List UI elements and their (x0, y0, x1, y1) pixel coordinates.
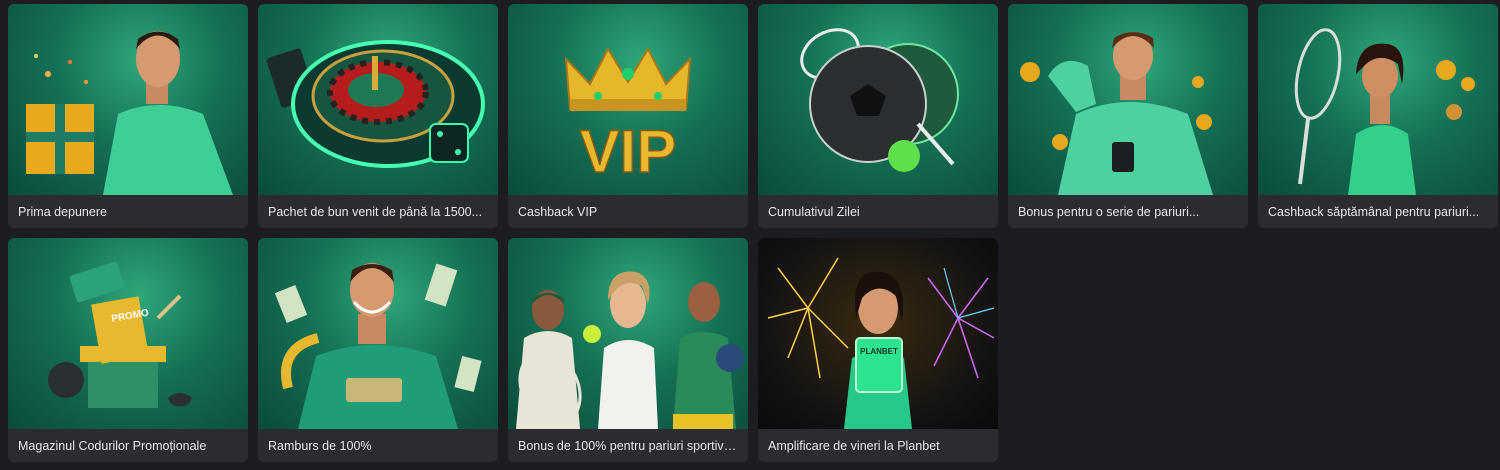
promo-card-betting-streak[interactable]: Bonus pentru o serie de pariuri... (1008, 4, 1248, 228)
promo-title: Prima depunere (18, 204, 107, 219)
promo-image (1258, 4, 1498, 195)
phone-player-icon (1020, 32, 1213, 195)
promo-title: Cashback VIP (518, 204, 598, 219)
promo-title: Ramburs de 100% (268, 438, 372, 453)
promo-image: PROMO (8, 238, 248, 429)
promo-image (508, 238, 748, 429)
gift-player-icon (26, 31, 233, 195)
promo-image: PLANBET (758, 238, 998, 429)
promo-image (1008, 4, 1248, 195)
promo-image (8, 4, 248, 195)
promo-box-icon: PROMO (48, 261, 192, 408)
promo-title: Cashback săptămânal pentru pariuri... (1268, 204, 1480, 219)
promo-image: VIP (508, 4, 748, 195)
promo-title: Bonus de 100% pentru pariuri sportive... (518, 438, 738, 453)
planbet-text: PLANBET (860, 347, 898, 356)
money-player-icon (274, 263, 482, 429)
promo-title: Bonus pentru o serie de pariuri... (1018, 204, 1200, 219)
promo-card-friday-boost[interactable]: PLANBET Amplificare de vineri la Planbet (758, 238, 998, 462)
promo-card-accumulator-day[interactable]: Cumulativul Zilei (758, 4, 998, 228)
promo-title: Pachet de bun venit de până la 1500... (268, 204, 483, 219)
promo-card-sports-bonus-100[interactable]: Bonus de 100% pentru pariuri sportive... (508, 238, 748, 462)
promo-title: Cumulativul Zilei (768, 204, 860, 219)
athletes-icon (516, 271, 744, 429)
promo-image (758, 4, 998, 195)
fireworks-icon: PLANBET (767, 257, 995, 429)
promo-title: Amplificare de vineri la Planbet (768, 438, 940, 453)
promo-card-cashback-vip[interactable]: VIP Cashback VIP (508, 4, 748, 228)
promo-card-welcome-package[interactable]: Pachet de bun venit de până la 1500... (258, 4, 498, 228)
promo-card-first-deposit[interactable]: Prima depunere (8, 4, 248, 228)
promo-card-promo-code-store[interactable]: PROMO Magazinul Codurilor Promoționale (8, 238, 248, 462)
vip-text: VIP (580, 118, 677, 185)
tennis-player-icon (1294, 28, 1475, 195)
roulette-icon (266, 40, 485, 168)
promo-title: Magazinul Codurilor Promoționale (18, 438, 207, 453)
promotions-grid: Prima depunere Pachet de bun venit de pâ… (8, 4, 1498, 462)
promo-image (258, 4, 498, 195)
promo-image (258, 238, 498, 429)
sports-balls-icon (800, 28, 959, 172)
vip-crown-icon: VIP (564, 46, 692, 186)
promo-card-refund-100[interactable]: Ramburs de 100% (258, 238, 498, 462)
promo-card-weekly-cashback[interactable]: Cashback săptămânal pentru pariuri... (1258, 4, 1498, 228)
